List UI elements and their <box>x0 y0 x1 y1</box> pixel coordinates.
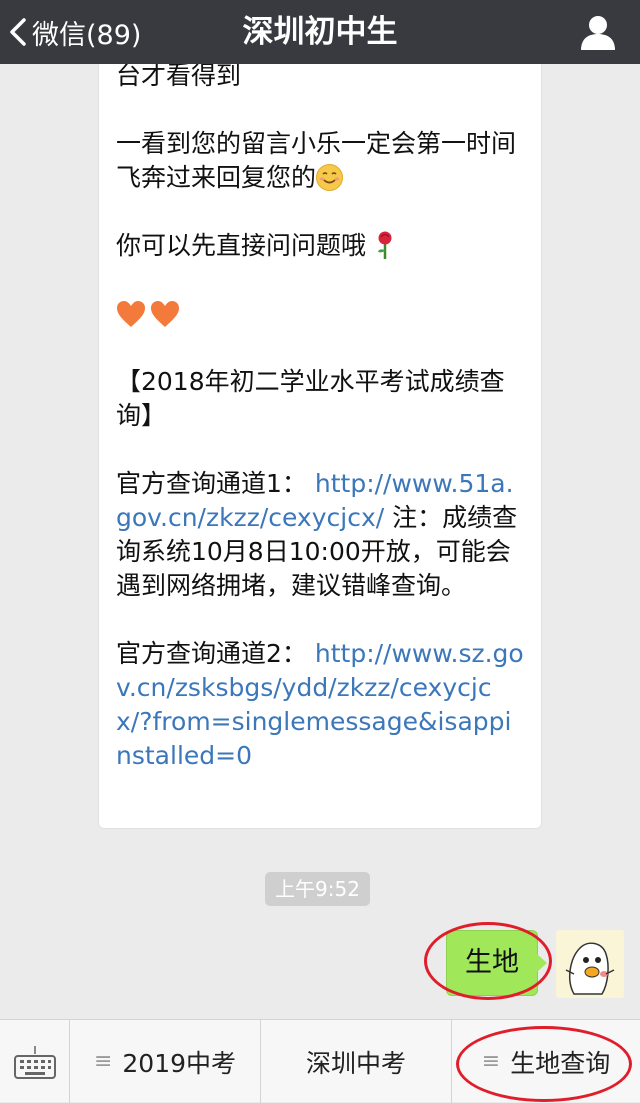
duck-avatar-icon <box>556 930 624 998</box>
outgoing-message[interactable]: 生地 <box>446 930 538 996</box>
menu-item-shenzhen-zhongkao[interactable]: 深圳中考 <box>261 1020 452 1103</box>
message-fragment: 台才看得到 <box>116 64 242 90</box>
menu-lines-icon: ≡ <box>93 1049 113 1074</box>
heart-icon <box>151 301 179 327</box>
smile-emoji-icon <box>316 164 344 191</box>
message-paragraph: 你可以先直接问问题哦 <box>116 229 525 263</box>
keyboard-icon <box>13 1045 56 1079</box>
message-text: 你可以先直接问问题哦 <box>116 231 367 260</box>
menu-lines-icon: ≡ <box>481 1049 501 1074</box>
message-timestamp: 上午9:52 <box>265 872 370 906</box>
back-label: 微信(89) <box>32 19 142 51</box>
menu-item-label: 2019中考 <box>122 1048 237 1078</box>
bubble-tail <box>537 954 547 972</box>
menu-item-label: 深圳中考 <box>305 1048 406 1078</box>
channel-2-label: 官方查询通道2： <box>116 639 307 668</box>
hearts-row <box>116 297 525 331</box>
keyboard-toggle-button[interactable] <box>0 1020 70 1103</box>
menu-item-label: 生地查询 <box>510 1048 611 1078</box>
message-paragraph: 一看到您的留言小乐一定会第一时间飞奔过来回复您的 <box>116 127 525 195</box>
back-button[interactable]: 微信(89) <box>8 0 141 64</box>
chat-area[interactable]: 台才看得到 一看到您的留言小乐一定会第一时间飞奔过来回复您的 你可以先直接问问题… <box>0 64 640 1019</box>
custom-menu-bar: ≡ 2019中考 深圳中考 ≡ 生地查询 <box>0 1019 640 1103</box>
navigation-bar: 微信(89) 深圳初中生 <box>0 0 640 64</box>
channel-1-label: 官方查询通道1： <box>116 469 307 498</box>
menu-item-shengdi-query[interactable]: ≡ 生地查询 <box>452 1020 640 1103</box>
profile-button[interactable] <box>578 12 618 52</box>
incoming-message[interactable]: 台才看得到 一看到您的留言小乐一定会第一时间飞奔过来回复您的 你可以先直接问问题… <box>98 64 542 829</box>
message-paragraph: 官方查询通道2： http://www.sz.gov.cn/zsksbgs/yd… <box>116 637 525 773</box>
chevron-left-icon <box>10 18 26 46</box>
person-icon <box>581 16 615 50</box>
user-avatar[interactable] <box>556 930 624 998</box>
message-paragraph: 官方查询通道1： http://www.51a.gov.cn/zkzz/cexy… <box>116 467 525 603</box>
menu-item-2019-zhongkao[interactable]: ≡ 2019中考 <box>70 1020 261 1103</box>
rose-icon <box>377 231 392 259</box>
message-heading: 【2018年初二学业水平考试成绩查询】 <box>116 367 505 430</box>
heart-icon <box>117 301 145 327</box>
